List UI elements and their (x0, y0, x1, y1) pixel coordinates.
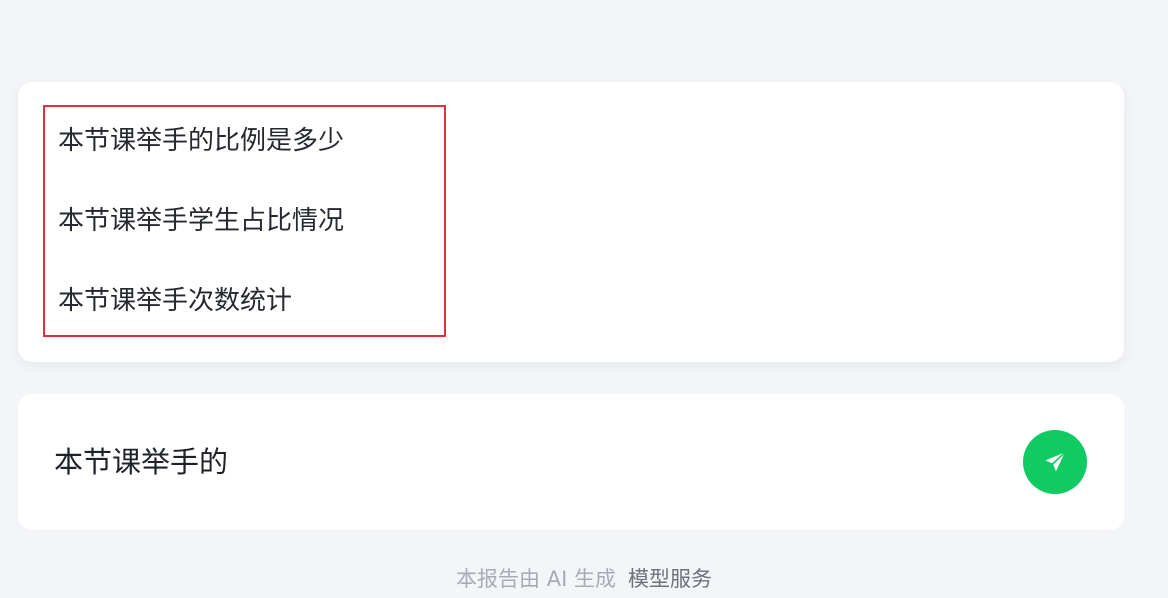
footer-note: 本报告由 AI 生成 (456, 567, 616, 591)
query-input[interactable]: 本节课举手的 (54, 444, 228, 480)
suggestion-item[interactable]: 本节课举手学生占比情况 (58, 204, 344, 238)
suggestion-item[interactable]: 本节课举手次数统计 (58, 284, 292, 318)
chat-input-panel: 本节课举手的 (18, 394, 1124, 530)
suggestion-item[interactable]: 本节课举手的比例是多少 (58, 124, 344, 158)
suggestion-panel: 本节课举手的比例是多少 本节课举手学生占比情况 本节课举手次数统计 (18, 82, 1124, 362)
model-service-link[interactable]: 模型服务 (628, 567, 712, 591)
footer: 本报告由 AI 生成 模型服务 (0, 562, 1168, 596)
send-button[interactable] (1023, 430, 1087, 494)
paper-plane-icon (1045, 451, 1066, 472)
